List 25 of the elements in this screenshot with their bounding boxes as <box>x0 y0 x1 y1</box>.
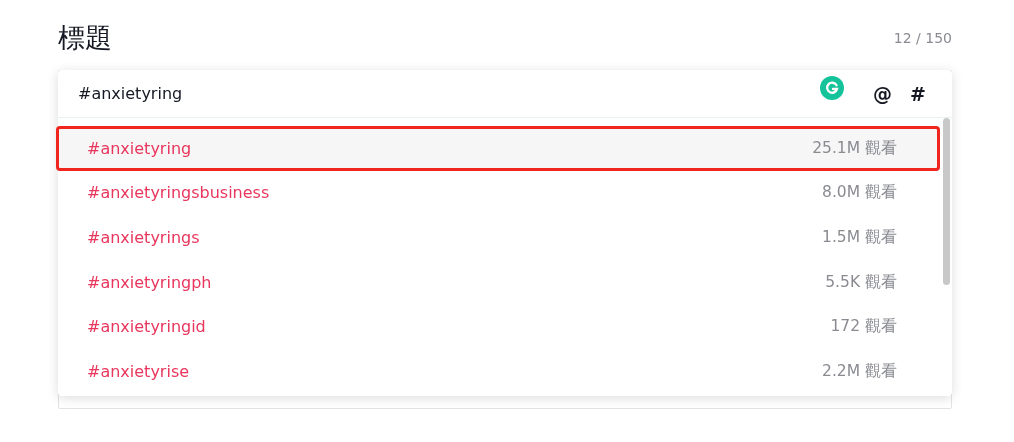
view-count: 8.0M 觀看 <box>822 182 897 204</box>
view-count: 5.5K 觀看 <box>825 271 897 293</box>
hashtag-text: #anxietyringph <box>87 272 212 292</box>
mention-button[interactable]: @ <box>867 82 899 105</box>
suggestion-item[interactable]: #anxietyringph 5.5K 觀看 <box>56 259 940 305</box>
hashtag-text: #anxietyringid <box>87 317 206 337</box>
view-count: 172 觀看 <box>830 316 897 338</box>
character-counter: 12 / 150 <box>893 30 952 46</box>
suggestion-item[interactable]: #anxietyrings 1.5M 觀看 <box>56 215 940 260</box>
suggestion-item[interactable]: #anxietyringid 172 觀看 <box>56 304 940 349</box>
view-count: 25.1M 觀看 <box>812 137 897 159</box>
view-count: 2.2M 觀看 <box>822 360 897 382</box>
hashtag-text: #anxietyrise <box>87 361 190 381</box>
suggestion-item[interactable]: #anxietyring 25.1M 觀看 <box>56 126 940 171</box>
hashtag-text: #anxietyrings <box>87 228 200 247</box>
caption-field[interactable]: #anxietyring @ # #anxietyring 25.1M 觀看 #anxietyringsbusiness 8.0M 觀看 #anxietyrings 1.5M 觀看 #anxietyringph 5.5K 觀看 #anxietyringid 172 觀看 #anxietyrise 2.2M 觀看 <box>58 70 952 409</box>
field-title: 標題 <box>58 21 112 55</box>
hashtag-text: #anxietyringsbusiness <box>87 183 270 203</box>
hashtag-text: #anxietyring <box>87 138 192 158</box>
suggestion-item[interactable]: #anxietyringsbusiness 8.0M 觀看 <box>56 170 940 216</box>
suggestion-item[interactable]: #anxietyrise 2.2M 觀看 <box>56 348 940 394</box>
scrollbar-thumb[interactable] <box>942 118 950 285</box>
grammar-check-icon[interactable] <box>820 76 844 100</box>
hashtag-button[interactable]: # <box>904 82 932 105</box>
view-count: 1.5M 觀看 <box>822 227 897 248</box>
